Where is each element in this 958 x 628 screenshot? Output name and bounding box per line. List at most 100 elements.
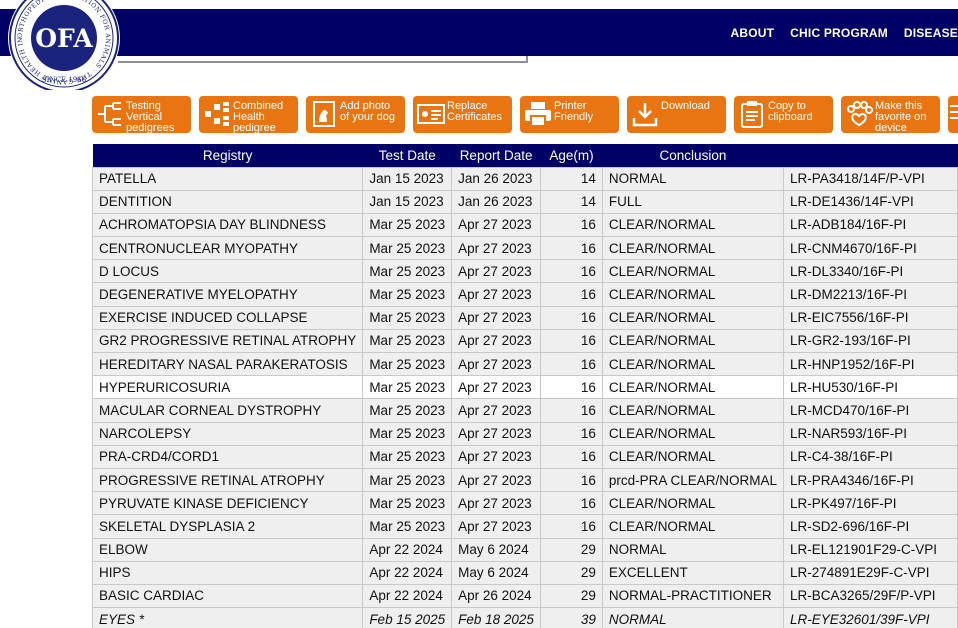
registration-number-cell: LR-DE1436/14F-VPI bbox=[782, 189, 958, 214]
conclusion-cell: NORMAL-PRACTITIONER bbox=[601, 583, 784, 609]
table-row[interactable]: PROGRESSIVE RETINAL ATROPHY Mar 25 2023 Ap… bbox=[91, 467, 958, 493]
col-conclusion-header[interactable]: Conclusion bbox=[602, 144, 784, 167]
registration-number-cell: LR-SD2-696/16F-PI bbox=[782, 514, 958, 539]
table-row[interactable]: ELBOW Apr 22 2024 May 6 2024 29 NORMAL LR-EL1… bbox=[91, 537, 958, 562]
table-row[interactable]: PATELLA Jan 15 2023 Jan 26 2023 14 NORMAL LR-… bbox=[91, 166, 958, 191]
main-nav: ABOUT CHIC PROGRAM DISEASE bbox=[731, 26, 958, 40]
make-favorite-button[interactable]: Make this favorite on device bbox=[841, 96, 940, 133]
table-row[interactable]: PRA-CRD4/CORD1 Mar 25 2023 Apr 27 2023 16 CL… bbox=[91, 444, 958, 469]
report-date-cell: Apr 27 2023 bbox=[451, 351, 542, 377]
table-row[interactable]: HIPS Apr 22 2024 May 6 2024 29 EXCELLENT LR-2… bbox=[91, 560, 958, 585]
table-row[interactable]: ACHROMATOPSIA DAY BLINDNESS Mar 25 2023 Ap… bbox=[91, 212, 958, 238]
table-row[interactable]: EXERCISE INDUCED COLLAPSE Mar 25 2023 Apr … bbox=[91, 305, 958, 330]
registry-cell: PATELLA bbox=[91, 166, 364, 191]
table-row[interactable]: HYPERURICOSURIA Mar 25 2023 Apr 27 2023 16 C… bbox=[91, 375, 958, 400]
conclusion-cell: CLEAR/NORMAL bbox=[601, 259, 784, 284]
header-underline bbox=[118, 56, 528, 63]
table-row[interactable]: NARCOLEPSY Mar 25 2023 Apr 27 2023 16 CLEAR/… bbox=[91, 421, 958, 446]
conclusion-cell: CLEAR/NORMAL bbox=[601, 212, 784, 238]
conclusion-cell: EXCELLENT bbox=[601, 560, 784, 585]
testing-vertical-pedigrees-label: Testing Vertical pedigrees bbox=[126, 100, 175, 134]
age-cell: 16 bbox=[540, 305, 603, 330]
age-cell: 39 bbox=[540, 607, 603, 628]
replace-certificates-label: Replace Certificates bbox=[447, 100, 503, 123]
report-date-cell: May 6 2024 bbox=[451, 537, 542, 562]
col-age-header[interactable]: Age(m) bbox=[540, 144, 603, 167]
ofa-logo[interactable]: ORTHOPEDIC FOUNDATION FOR ANIMALS · THE … bbox=[2, 0, 126, 90]
nav-chic-program[interactable]: CHIC PROGRAM bbox=[790, 26, 888, 40]
age-cell: 16 bbox=[540, 375, 603, 400]
table-row[interactable]: CENTRONUCLEAR MYOPATHY Mar 25 2023 Apr 27 … bbox=[91, 236, 958, 261]
download-label: Download bbox=[661, 100, 710, 112]
report-date-cell: Jan 26 2023 bbox=[451, 166, 542, 191]
nav-disease[interactable]: DISEASE bbox=[904, 26, 958, 40]
registration-number-cell: LR-NAR593/16F-PI bbox=[782, 421, 958, 446]
registry-cell: PRA-CRD4/CORD1 bbox=[91, 444, 364, 469]
action-toolbar: Testing Vertical pedigrees Combined Heal… bbox=[92, 96, 958, 133]
report-date-cell: Apr 27 2023 bbox=[451, 514, 542, 539]
col-report-date-header[interactable]: Report Date bbox=[451, 144, 541, 167]
report-date-cell: Apr 27 2023 bbox=[451, 421, 542, 446]
conclusion-cell: CLEAR/NORMAL bbox=[601, 491, 784, 516]
table-header-row: Registry Test Date Report Date Age(m) Co… bbox=[92, 144, 958, 167]
registry-cell: EXERCISE INDUCED COLLAPSE bbox=[91, 305, 364, 330]
report-date-cell: Apr 27 2023 bbox=[451, 328, 542, 354]
registration-number-cell: LR-C4-38/16F-PI bbox=[782, 444, 958, 469]
table-body: PATELLA Jan 15 2023 Jan 26 2023 14 NORMAL LR-… bbox=[91, 166, 958, 628]
report-date-cell: Apr 27 2023 bbox=[451, 467, 542, 493]
table-row[interactable]: DEGENERATIVE MYELOPATHY Mar 25 2023 Apr 27… bbox=[91, 282, 958, 307]
add-photo-button[interactable]: Add photo of your dog bbox=[306, 96, 405, 133]
test-date-cell: Mar 25 2023 bbox=[362, 444, 453, 469]
conclusion-cell: CLEAR/NORMAL bbox=[601, 444, 784, 469]
test-date-cell: Apr 22 2024 bbox=[362, 560, 453, 585]
age-cell: 16 bbox=[540, 282, 603, 307]
table-row[interactable]: D LOCUS Mar 25 2023 Apr 27 2023 16 CLEAR/NOR… bbox=[91, 259, 958, 284]
testing-vertical-pedigrees-button[interactable]: Testing Vertical pedigrees bbox=[92, 96, 191, 133]
test-date-cell: Mar 25 2023 bbox=[362, 398, 453, 423]
table-row[interactable]: PYRUVATE KINASE DEFICIENCY Mar 25 2023 Apr… bbox=[91, 491, 958, 516]
table-row[interactable]: HEREDITARY NASAL PARAKERATOSIS Mar 25 202… bbox=[91, 351, 958, 377]
table-row[interactable]: GR2 PROGRESSIVE RETINAL ATROPHY Mar 25 20… bbox=[91, 328, 958, 354]
nav-about[interactable]: ABOUT bbox=[731, 26, 775, 40]
conclusion-cell: CLEAR/NORMAL bbox=[601, 351, 784, 377]
registration-number-cell: LR-DL3340/16F-PI bbox=[782, 259, 958, 284]
age-cell: 16 bbox=[540, 236, 603, 261]
printer-icon bbox=[524, 100, 552, 128]
more-toolbar-button[interactable] bbox=[948, 96, 958, 133]
age-cell: 16 bbox=[540, 259, 603, 284]
table-row[interactable]: SKELETAL DYSPLASIA 2 Mar 25 2023 Apr 27 20… bbox=[91, 514, 958, 539]
age-cell: 29 bbox=[540, 560, 603, 585]
table-row[interactable]: MACULAR CORNEAL DYSTROPHY Mar 25 2023 Apr … bbox=[91, 398, 958, 423]
age-cell: 16 bbox=[540, 491, 603, 516]
registry-cell: GR2 PROGRESSIVE RETINAL ATROPHY bbox=[91, 328, 364, 354]
table-row[interactable]: DENTITION Jan 15 2023 Jan 26 2023 14 FULL LR-… bbox=[91, 189, 958, 214]
age-cell: 16 bbox=[540, 421, 603, 446]
download-button[interactable]: Download bbox=[627, 96, 726, 133]
registration-number-cell: LR-EIC7556/16F-PI bbox=[782, 305, 958, 330]
combined-health-pedigree-button[interactable]: Combined Health pedigree bbox=[199, 96, 298, 133]
report-date-cell: Apr 27 2023 bbox=[451, 491, 542, 516]
certificate-icon bbox=[417, 100, 445, 128]
registry-cell: PROGRESSIVE RETINAL ATROPHY bbox=[91, 467, 364, 493]
copy-to-clipboard-button[interactable]: Copy to clipboard bbox=[734, 96, 833, 133]
test-date-cell: Apr 22 2024 bbox=[362, 537, 453, 562]
paw-heart-icon bbox=[845, 100, 873, 128]
registration-number-cell: LR-PA3418/14F/P-VPI bbox=[782, 166, 958, 191]
test-date-cell: Jan 15 2023 bbox=[362, 166, 453, 191]
printer-friendly-button[interactable]: Printer Friendly bbox=[520, 96, 619, 133]
registration-number-cell: LR-274891E29F-C-VPI bbox=[782, 560, 958, 585]
table-row[interactable]: BASIC CARDIAC Apr 22 2024 Apr 26 2024 29 NOR… bbox=[91, 583, 958, 609]
conclusion-cell: CLEAR/NORMAL bbox=[601, 375, 784, 400]
logo-text: OFA bbox=[35, 24, 93, 53]
test-date-cell: Mar 25 2023 bbox=[362, 375, 453, 400]
col-registry-header[interactable]: Registry bbox=[92, 144, 363, 167]
make-favorite-label: Make this favorite on device bbox=[875, 100, 927, 134]
printer-friendly-label: Printer Friendly bbox=[554, 100, 594, 123]
table-row[interactable]: EYES * Feb 15 2025 Feb 18 2025 39 NORMAL LR-E… bbox=[91, 607, 958, 628]
report-date-cell: Jan 26 2023 bbox=[451, 189, 542, 214]
replace-certificates-button[interactable]: Replace Certificates bbox=[413, 96, 512, 133]
add-photo-label: Add photo of your dog bbox=[340, 100, 396, 123]
age-cell: 16 bbox=[540, 328, 603, 354]
col-test-date-header[interactable]: Test Date bbox=[362, 144, 452, 167]
test-date-cell: Feb 15 2025 bbox=[362, 607, 453, 628]
